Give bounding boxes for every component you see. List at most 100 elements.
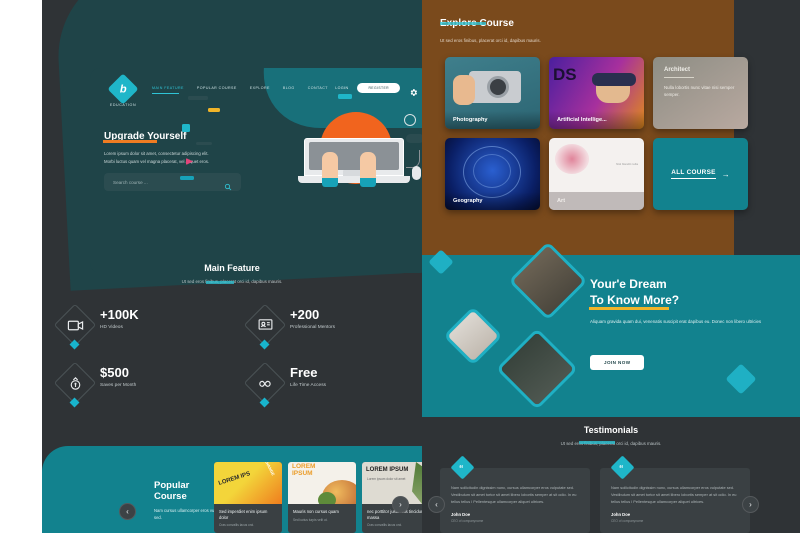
explore-card-description: Nulla lobortis nunc vitae nisi semper se… — [664, 85, 735, 98]
main-feature-title-highlight — [206, 281, 234, 284]
dream-text-block: Your'e Dream To Know More? Aliquam gravi… — [590, 276, 775, 327]
illustration-avatar-icon — [404, 114, 416, 126]
explore-card-label: Geography — [445, 192, 540, 210]
explore-card-art[interactable]: Nisl blandit nulla Art — [549, 138, 644, 210]
arrow-right-icon: → — [721, 169, 730, 179]
logo-glyph: b — [119, 82, 127, 95]
course-title: Sed imperdiet enim ipsum dolor — [219, 509, 268, 520]
feature-stats-grid: +100K HD Videos +200 Professional Mentor… — [42, 303, 422, 424]
stat-item-mentors: +200 Professional Mentors — [232, 303, 422, 366]
savings-icon — [67, 375, 84, 392]
main-feature-title: Main Feature — [204, 263, 260, 273]
testimonials-next-button[interactable]: › — [742, 496, 759, 513]
illustration-cloud-icon — [406, 134, 422, 143]
testimonial-author-name: John Doe — [451, 511, 471, 517]
deco-chip-7 — [338, 94, 352, 99]
course-meta: Sed luctus turpis velit ut. — [293, 517, 328, 522]
explore-card-grid: Photography DS Artificial Intellige... A… — [445, 57, 775, 210]
logo-diamond-icon: b — [107, 73, 139, 105]
all-course-label: ALL COURSE — [671, 169, 716, 179]
explore-card-label: Artificial Intellige... — [549, 111, 644, 129]
screenshot-stage: b EDUCATION MAIN FEATURE POPULAR COURSE … — [0, 0, 800, 533]
testimonial-card: “ Nam sollicitudin dignissim nunc, cursu… — [600, 455, 750, 533]
deco-chip-3 — [182, 124, 190, 132]
testimonials-title-highlight — [579, 441, 615, 444]
explore-heading: Explore Course Ut sed eros finibus, plac… — [440, 13, 541, 43]
explore-card-architect[interactable]: Architect Nulla lobortis nunc vitae nisi… — [653, 57, 748, 129]
hero-subtitle: Lorem ipsum dolor sit amet, consectetur … — [104, 150, 289, 166]
course-meta: Cras convallis lacus orci. — [367, 523, 403, 528]
stat-value: Free — [290, 365, 318, 380]
testimonials-title: Testimonials — [583, 425, 639, 435]
deco-chip-2 — [208, 108, 220, 112]
hero-title-highlight — [103, 140, 157, 143]
testimonial-body: Nam sollicitudin dignissim nunc, cursus … — [611, 485, 737, 505]
stat-item-hd-videos: +100K HD Videos — [42, 303, 232, 366]
quote-icon: “ — [450, 455, 475, 480]
deco-chip-1 — [188, 96, 208, 100]
deco-chip-4 — [196, 142, 212, 145]
dream-title-highlight — [589, 307, 669, 310]
video-hd-icon — [67, 317, 84, 334]
testimonial-author-name: John Doe — [611, 511, 631, 517]
popular-course-card[interactable]: LOREM IPSUM Mauris non cursus quam Sed lu… — [288, 462, 356, 533]
stat-label: HD Videos — [100, 325, 123, 331]
explore-card-geography[interactable]: Geography — [445, 138, 540, 210]
stat-item-savings: $500 Saves per Month — [42, 361, 232, 424]
explore-title-highlight — [440, 22, 486, 25]
explore-card-label: Art — [549, 192, 644, 210]
dream-paragraph: Aliquam gravida quam dui, venenatis susc… — [590, 319, 762, 325]
illustration-mouse — [412, 166, 421, 180]
stat-value: +200 — [290, 307, 320, 322]
testimonial-card: “ Nam sollicitudin dignissim nunc, cursu… — [440, 455, 590, 533]
course-thumbnail: LOREM IPSUM Lorem ipsum dolor sit amet — [362, 462, 422, 504]
deco-chip-6 — [180, 176, 194, 180]
hero-illustration — [180, 90, 422, 205]
explore-card-underline — [664, 77, 694, 78]
popular-course-next-button[interactable]: › — [392, 496, 409, 513]
course-meta: Cras convallis lacus orci. — [219, 523, 255, 528]
nav-active-underline — [152, 93, 179, 94]
course-thumbnail: LOREM IPS CHANGE — [214, 462, 282, 504]
left-mockup-panel: b EDUCATION MAIN FEATURE POPULAR COURSE … — [42, 0, 422, 533]
presentation-icon — [257, 317, 274, 334]
nav-item-main-feature[interactable]: MAIN FEATURE — [152, 86, 184, 90]
stat-value: $500 — [100, 365, 129, 380]
course-title: Mauris non cursus quam — [293, 509, 339, 514]
nav-item-popular-course[interactable]: POPULAR COURSE — [197, 86, 237, 90]
explore-card-ai[interactable]: DS Artificial Intellige... — [549, 57, 644, 129]
popular-course-card[interactable]: LOREM IPS CHANGE Sed imperdiet enim ipsu… — [214, 462, 282, 533]
search-placeholder: Search course ... — [113, 179, 148, 185]
brand-logo[interactable]: b EDUCATION — [102, 73, 144, 107]
explore-card-photography[interactable]: Photography — [445, 57, 540, 129]
infinity-icon — [257, 375, 274, 392]
explore-subtitle: Ut sed eros finibus, placerat orci id, d… — [440, 38, 541, 43]
stat-item-lifetime: Free Life Time Access — [232, 361, 422, 424]
popular-course-prev-button[interactable]: ‹ — [119, 503, 136, 520]
popular-course-card-list: LOREM IPS CHANGE Sed imperdiet enim ipsu… — [214, 462, 422, 533]
search-icon[interactable] — [224, 178, 232, 191]
testimonial-body: Nam sollicitudin dignissim nunc, cursus … — [451, 485, 577, 505]
stat-value: +100K — [100, 307, 139, 322]
hero-section: b EDUCATION MAIN FEATURE POPULAR COURSE … — [90, 68, 422, 273]
stat-label: Life Time Access — [290, 383, 326, 389]
popular-course-card[interactable]: LOREM IPSUM Lorem ipsum dolor sit amet n… — [362, 462, 422, 533]
stat-label: Professional Mentors — [290, 325, 336, 331]
explore-card-label: Architect — [664, 67, 691, 73]
hero-subtitle-line-1: Lorem ipsum dolor sit amet, consectetur … — [104, 151, 209, 156]
illustration-cuff-right — [360, 178, 376, 187]
illustration-laptop-base — [298, 176, 410, 183]
dream-title-line-1: Your'e Dream — [590, 277, 667, 291]
right-mockup-panel: Explore Course Ut sed eros finibus, plac… — [422, 0, 800, 533]
stat-label: Saves per Month — [100, 383, 137, 389]
dream-title-line-2: To Know More? — [590, 293, 680, 308]
testimonials-prev-button[interactable]: ‹ — [428, 496, 445, 513]
testimonial-author-role: CEO of companyname — [451, 518, 484, 523]
illustration-cuff-left — [322, 178, 338, 187]
testimonial-author-role: CEO of companyname — [611, 518, 644, 523]
testimonial-card-list: “ Nam sollicitudin dignissim nunc, cursu… — [440, 455, 750, 533]
course-thumbnail: LOREM IPSUM — [288, 462, 356, 504]
search-input[interactable]: Search course ... — [104, 173, 241, 191]
join-now-button[interactable]: JOIN NOW — [590, 355, 645, 370]
explore-card-all-course[interactable]: ALL COURSE → — [653, 138, 748, 210]
